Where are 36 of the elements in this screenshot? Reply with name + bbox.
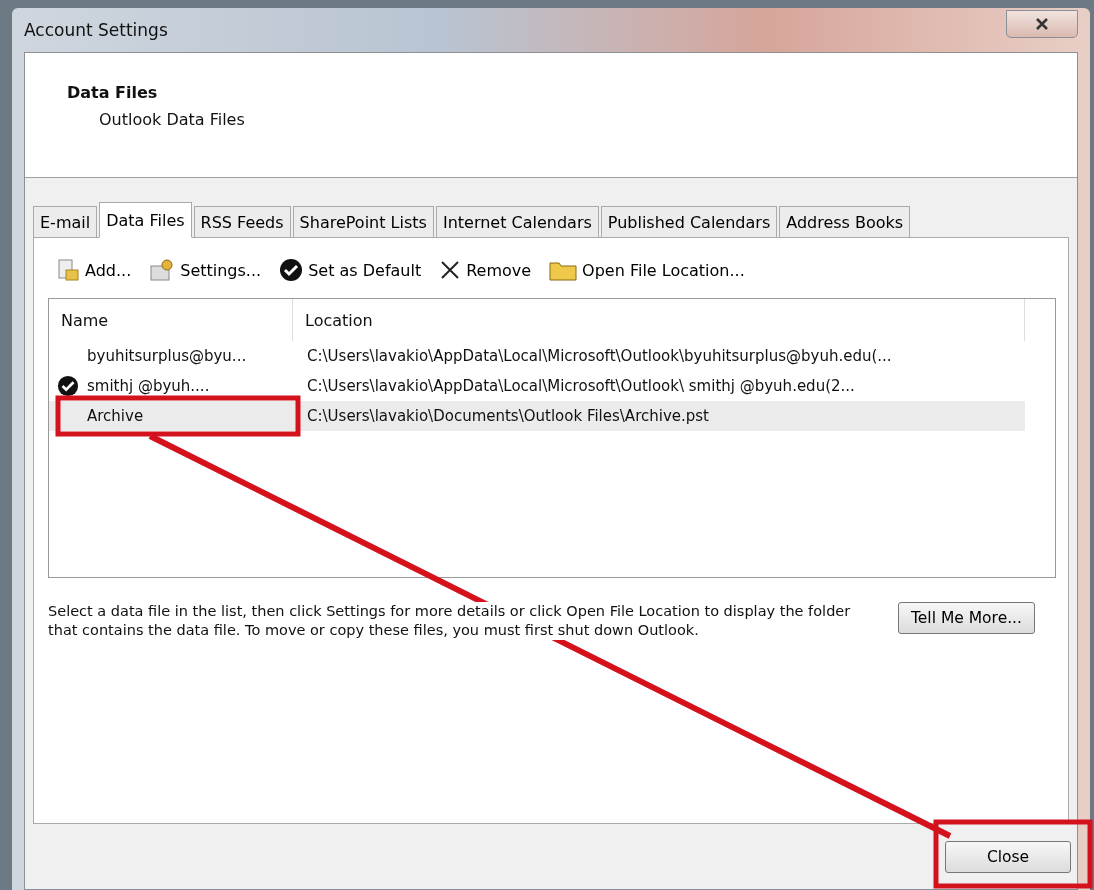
tab[interactable]: Internet Calendars (435, 206, 599, 238)
close-icon (1035, 17, 1049, 31)
location-cell-text: C:\Users\lavakio\AppData\Local\Microsoft\Outlook\ smithj @byuh.edu(2... (306, 377, 856, 395)
tab[interactable]: Published Calendars (600, 206, 778, 238)
window-title: Account Settings (24, 20, 168, 40)
add-file-icon (56, 258, 80, 282)
location-cell-text: C:\Users\lavakio\Documents\Outlook Files\Archive.pst (306, 407, 710, 425)
toolbar-button[interactable]: Open File Location... (547, 257, 747, 283)
close-button[interactable] (1006, 10, 1078, 38)
close-dialog-button[interactable]: Close (945, 840, 1071, 873)
name-cell: byuhitsurplus@byu... (87, 347, 247, 365)
settings-icon (149, 258, 176, 282)
list-row[interactable]: Archive C:\Users\lavakio\Documents\Outlook Files\Archive.pst (49, 401, 1025, 431)
toolbar-button[interactable]: Settings... (147, 256, 264, 284)
name-cell: Archive (87, 407, 144, 425)
close-icon (439, 259, 462, 281)
tab[interactable]: SharePoint Lists (292, 206, 434, 238)
check-circle-icon (279, 258, 304, 282)
list-row[interactable]: smithj @byuh.... C:\Users\lavakio\AppData\Local\Microsoft\Outlook\ smithj @byuh.edu(2... (49, 371, 1025, 401)
list-row[interactable]: byuhitsurplus@byu... C:\Users\lavakio\AppData\Local\Microsoft\Outlook\byuhitsurplus@byuh.edu(... (49, 341, 1025, 371)
check-circle-icon (57, 375, 79, 397)
toolbar-button[interactable]: Set as Default (277, 256, 424, 284)
column-header[interactable]: Name (49, 299, 293, 341)
header-subtitle: Outlook Data Files (99, 110, 246, 129)
name-cell: smithj @byuh.... (87, 377, 210, 395)
header-title: Data Files (67, 83, 159, 102)
tab[interactable]: E-mail (33, 206, 98, 238)
tab[interactable]: RSS Feeds (193, 206, 291, 238)
tell-me-more-button[interactable]: Tell Me More... (898, 602, 1035, 634)
location-cell-text: C:\Users\lavakio\AppData\Local\Microsoft\Outlook\byuhitsurplus@byuh.edu(... (306, 347, 893, 365)
column-header[interactable]: Location (293, 299, 1025, 341)
folder-icon (549, 259, 578, 281)
toolbar-button[interactable]: Add... (54, 256, 134, 284)
tab[interactable]: Data Files (99, 202, 192, 238)
toolbar-button[interactable]: Remove (437, 257, 534, 283)
tab[interactable]: Address Books (779, 206, 911, 238)
